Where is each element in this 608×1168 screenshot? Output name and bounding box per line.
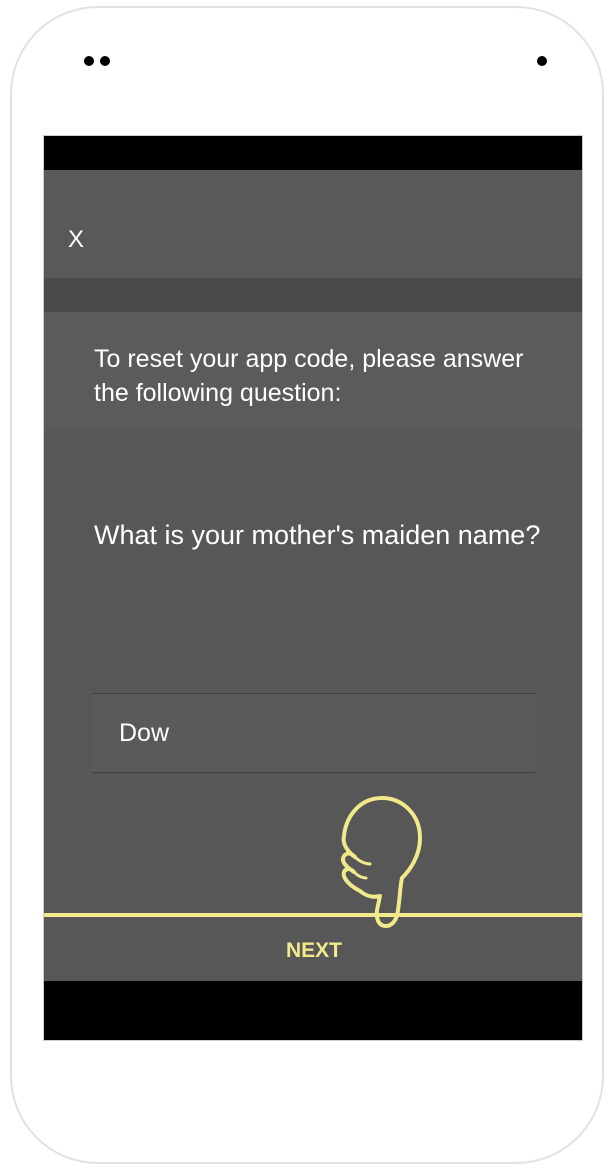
- instruction-text: To reset your app code, please answer th…: [94, 345, 524, 407]
- divider-band: [44, 278, 582, 312]
- top-bar: X: [44, 170, 582, 278]
- next-button-divider: [44, 913, 582, 917]
- front-sensor-dot: [100, 56, 110, 66]
- close-button[interactable]: X: [68, 228, 84, 252]
- status-bar: [44, 136, 582, 170]
- front-sensor-dot: [84, 56, 94, 66]
- app-screen: X To reset your app code, please answer …: [43, 135, 583, 1041]
- security-question: What is your mother's maiden name?: [94, 520, 541, 550]
- answer-input[interactable]: Dow: [93, 693, 535, 773]
- hand-pointer-icon: [341, 796, 422, 928]
- front-camera-dot: [537, 56, 547, 66]
- navigation-bar: [44, 981, 582, 1040]
- instruction-panel: To reset your app code, please answer th…: [44, 312, 582, 430]
